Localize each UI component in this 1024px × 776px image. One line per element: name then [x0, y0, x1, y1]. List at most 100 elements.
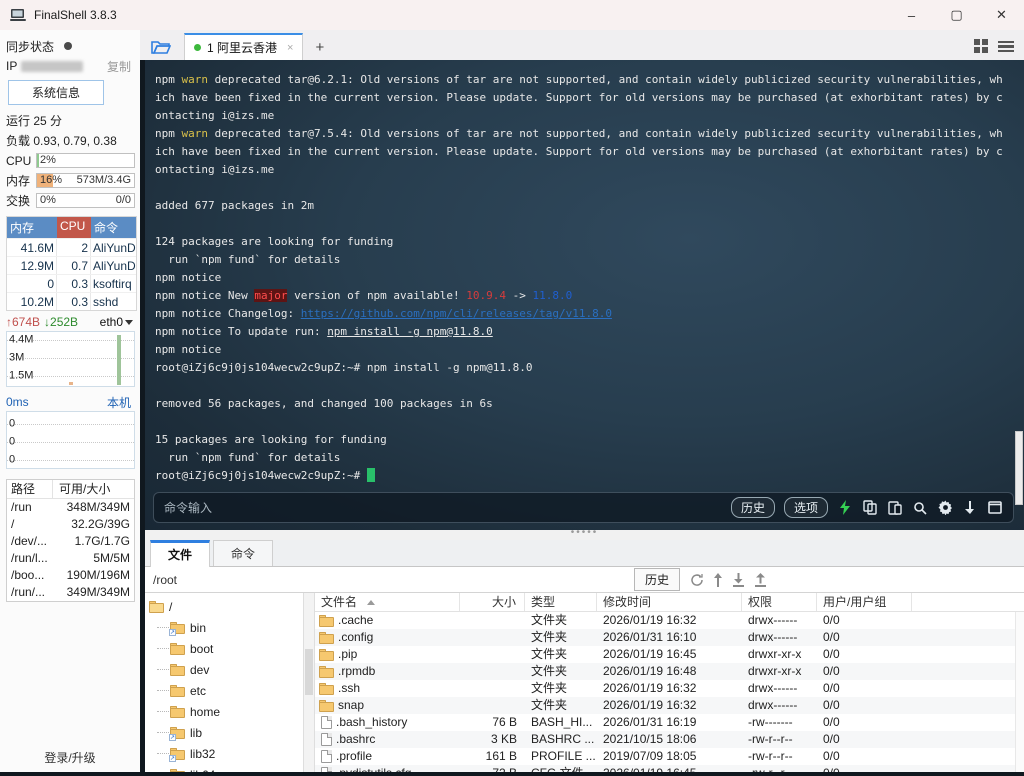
process-row[interactable]: 12.9M0.7AliYunDu [7, 256, 136, 274]
process-header-mem[interactable]: 内存 [7, 217, 57, 238]
ping-target[interactable]: 本机 [107, 394, 131, 411]
tab-close-icon[interactable]: × [287, 42, 293, 54]
terminal-scrollbar[interactable] [1015, 431, 1023, 505]
path-history-button[interactable]: 历史 [633, 568, 680, 591]
download-icon[interactable] [732, 572, 745, 587]
process-table-header[interactable]: 内存 CPU 命令 [7, 217, 136, 238]
mem-meter-label: 内存 [6, 174, 31, 188]
close-button[interactable]: ✕ [979, 0, 1024, 30]
terminal-line: run `npm fund` for details [155, 451, 341, 464]
main-area: 同步状态 IP 复制 系统信息 运行 25 分 负载 0.93, 0.79, 0… [0, 30, 1024, 776]
file-row[interactable]: .pip 文件夹 2026/01/19 16:45 drwxr-xr-x 0/0 [315, 646, 1024, 663]
interface-selector[interactable]: eth0 [100, 315, 133, 329]
tree-item-bin[interactable]: ↗ bin [149, 617, 303, 638]
folder-icon [319, 614, 334, 627]
tree-item-etc[interactable]: etc [149, 680, 303, 701]
ping-graph-label-3: 0 [9, 453, 16, 466]
terminal[interactable]: npm warn deprecated tar@6.2.1: Old versi… [145, 60, 1024, 530]
tree-scrollbar-thumb[interactable] [305, 649, 313, 695]
folder-open-icon [151, 40, 171, 54]
terminal-line: 15 packages are looking for funding [155, 433, 387, 446]
copy-icon[interactable] [862, 500, 878, 516]
disk-row[interactable]: /32.2G/39G [7, 516, 134, 533]
disk-row[interactable]: /run/l... 5M/5M [7, 550, 134, 567]
content-area: 1 阿里云香港 × + npm warn deprecated tar@6.2.… [140, 30, 1024, 776]
terminal-line: ich have been fixed in the current versi… [155, 91, 1003, 104]
settings-gear-icon[interactable] [937, 500, 953, 516]
process-row[interactable]: 41.6M2AliYunDu [7, 238, 136, 256]
file-column-header[interactable]: 权限 [742, 593, 817, 611]
quick-command-icon[interactable] [837, 500, 853, 516]
window-bottom-edge [0, 772, 1024, 776]
disk-row[interactable]: /dev/... 1.7G/1.7G [7, 533, 134, 550]
download-arrow-icon[interactable] [962, 500, 978, 516]
disk-row[interactable]: /boo... 190M/196M [7, 567, 134, 584]
search-icon[interactable] [912, 500, 928, 516]
window-mode-icon[interactable] [987, 500, 1003, 516]
new-tab-button[interactable]: + [303, 39, 336, 56]
disk-header-path[interactable]: 路径 [7, 480, 53, 498]
download-rate: ↓252B [44, 315, 79, 329]
panel-splitter[interactable]: ••••• [145, 528, 1024, 540]
file-row[interactable]: .rpmdb 文件夹 2026/01/19 16:48 drwxr-xr-x 0/0 [315, 663, 1024, 680]
disk-header-size[interactable]: 可用/大小 [53, 480, 134, 498]
upload-icon[interactable] [754, 572, 767, 587]
history-button[interactable]: 历史 [730, 497, 775, 518]
file-row[interactable]: .bash_history 76 B BASH_HI... 2026/01/31 16… [315, 714, 1024, 731]
process-header-cmd[interactable]: 命令 [91, 217, 136, 238]
terminal-output: npm warn deprecated tar@6.2.1: Old versi… [155, 71, 1024, 485]
tree-item-root[interactable]: / [149, 596, 303, 617]
terminal-line: ontacting i@izs.me [155, 109, 275, 122]
process-header-cpu[interactable]: CPU [57, 217, 91, 238]
refresh-icon[interactable] [690, 573, 704, 587]
tree-item-lib[interactable]: ↗ lib [149, 722, 303, 743]
terminal-line: added 677 packages in 2m [155, 199, 314, 212]
tree-scrollbar[interactable] [303, 593, 315, 776]
tree-item-boot[interactable]: boot [149, 638, 303, 659]
options-button[interactable]: 选项 [783, 497, 828, 518]
file-column-header[interactable]: 类型 [525, 593, 597, 611]
command-input-bar: 命令输入 历史 选项 [153, 492, 1014, 523]
file-table-header[interactable]: 文件名 大小 类型 修改时间 权限 用户/用户组 [315, 593, 1024, 612]
copy-ip-button[interactable]: 复制 [107, 58, 131, 75]
menu-list-icon[interactable] [998, 39, 1014, 55]
swap-percent: 0% [40, 194, 56, 206]
process-row[interactable]: 0 0.3 ksoftirq [7, 274, 136, 292]
tree-item-lib32[interactable]: ↗ lib32 [149, 743, 303, 764]
file-table-scrollbar[interactable] [1015, 612, 1024, 776]
file-row[interactable]: .bashrc 3 KB BASHRC ... 2021/10/15 18:06 -rw… [315, 731, 1024, 748]
tab-commands[interactable]: 命令 [213, 540, 274, 566]
parent-directory-icon[interactable] [713, 572, 723, 587]
minimize-button[interactable]: – [889, 0, 934, 30]
connection-status-dot [194, 44, 201, 51]
folder-icon [319, 648, 334, 661]
paste-icon[interactable] [887, 500, 903, 516]
login-upgrade-link[interactable]: 登录/升级 [0, 749, 140, 766]
ping-latency: 0ms [6, 395, 29, 409]
maximize-button[interactable]: ▢ [934, 0, 979, 30]
layout-grid-icon[interactable] [974, 39, 988, 54]
file-row[interactable]: .ssh 文件夹 2026/01/19 16:32 drwx------ 0/0 [315, 680, 1024, 697]
tab-files[interactable]: 文件 [150, 540, 211, 567]
file-row[interactable]: .config 文件夹 2026/01/31 16:10 drwx------ 0/0 [315, 629, 1024, 646]
disk-row[interactable]: /run 348M/349M [7, 499, 134, 516]
session-tab[interactable]: 1 阿里云香港 × [184, 33, 304, 60]
file-column-header[interactable]: 文件名 [315, 593, 460, 611]
file-row[interactable]: snap 文件夹 2026/01/19 16:32 drwx------ 0/0 [315, 697, 1024, 714]
disk-row[interactable]: /run/... 349M/349M [7, 584, 134, 601]
file-column-header[interactable]: 大小 [460, 593, 525, 611]
tree-item-dev[interactable]: dev [149, 659, 303, 680]
file-column-header[interactable]: 修改时间 [597, 593, 742, 611]
file-row[interactable]: .profile 161 B PROFILE ... 2019/07/09 18:05… [315, 748, 1024, 765]
path-input[interactable]: /root [145, 573, 634, 587]
ping-graph-label-2: 0 [9, 435, 16, 448]
command-input[interactable]: 命令输入 [164, 499, 212, 516]
open-connections-button[interactable] [146, 34, 176, 59]
file-row[interactable]: .cache 文件夹 2026/01/19 16:32 drwx------ 0/0 [315, 612, 1024, 629]
file-column-header[interactable]: 用户/用户组 [817, 593, 912, 611]
app-icon [10, 8, 26, 21]
system-info-button[interactable]: 系统信息 [8, 80, 104, 105]
tree-item-home[interactable]: home [149, 701, 303, 722]
disk-table-header[interactable]: 路径 可用/大小 [7, 480, 134, 499]
process-row[interactable]: 10.2M 0.3 sshd [7, 292, 136, 310]
